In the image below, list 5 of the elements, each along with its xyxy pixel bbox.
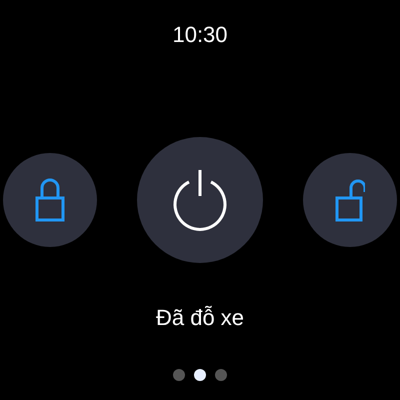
open-lock-icon <box>335 178 365 222</box>
power-icon <box>172 168 228 232</box>
status-label: Đã đỗ xe <box>156 304 244 332</box>
lock-icon <box>35 178 65 222</box>
clock-time: 10:30 <box>172 21 228 49</box>
